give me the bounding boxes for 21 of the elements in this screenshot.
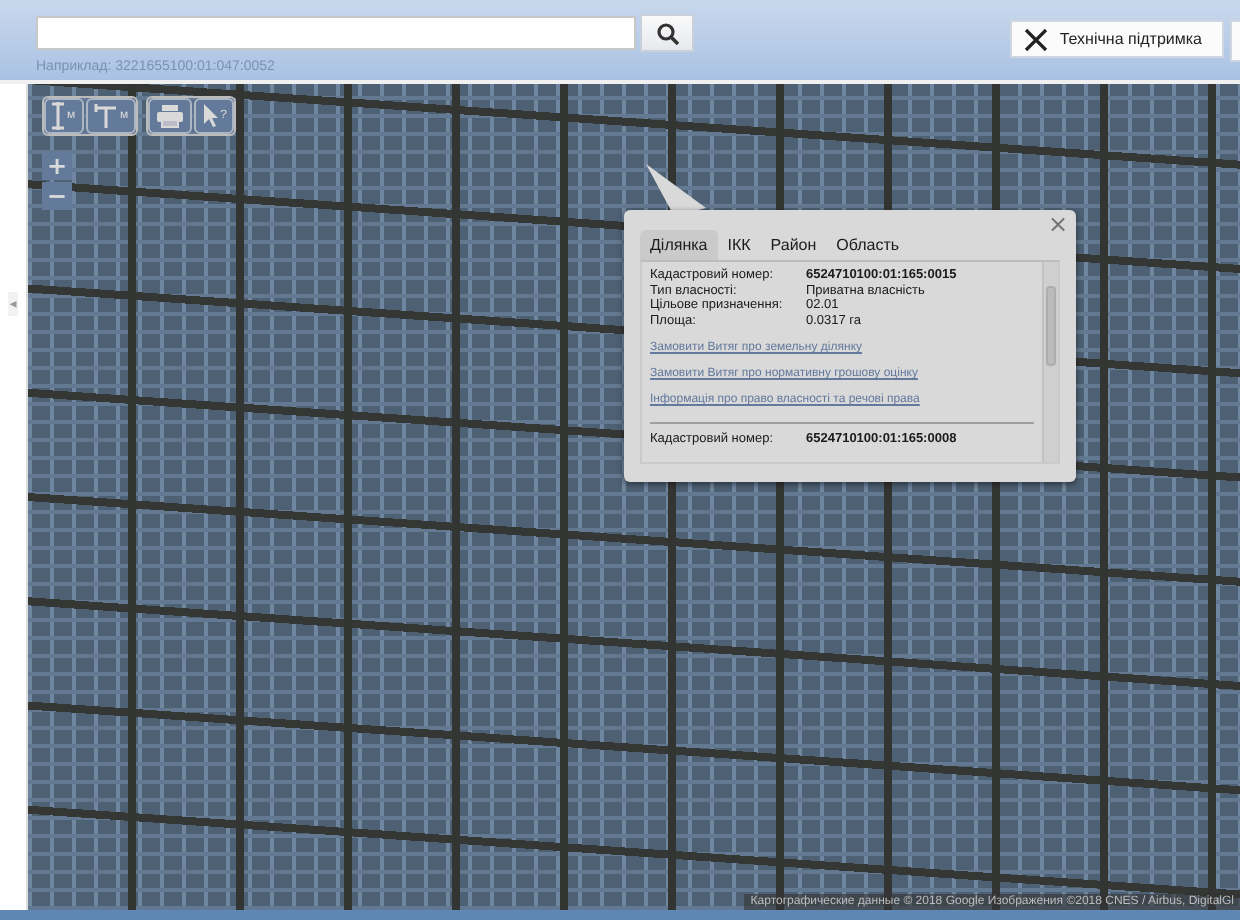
measure-area-button[interactable]: м: [86, 98, 137, 134]
popup-tab[interactable]: ІКК: [717, 230, 761, 260]
close-button[interactable]: ×: [1047, 212, 1068, 236]
scrollbar[interactable]: [1042, 262, 1058, 462]
support-button[interactable]: Технічна підтримка: [1009, 20, 1224, 58]
popup-tab[interactable]: Район: [760, 230, 827, 260]
cursor-icon: [202, 104, 219, 128]
ruler-icon: [52, 102, 65, 130]
zoom-out-button[interactable]: −: [42, 182, 72, 210]
measure-length-button[interactable]: м: [44, 98, 84, 134]
popup-tab[interactable]: Область: [826, 230, 910, 260]
area-icon: [94, 102, 118, 130]
identify-button[interactable]: ?: [194, 98, 235, 134]
zoom-in-button[interactable]: +: [42, 152, 72, 180]
search-button[interactable]: [640, 14, 694, 52]
toolbar-button[interactable]: [1230, 20, 1240, 62]
print-button[interactable]: [148, 98, 193, 134]
search-icon: [655, 21, 679, 45]
popup-tab[interactable]: Ділянка: [640, 230, 718, 260]
printer-icon: [156, 104, 185, 128]
search-field[interactable]: [36, 16, 636, 50]
